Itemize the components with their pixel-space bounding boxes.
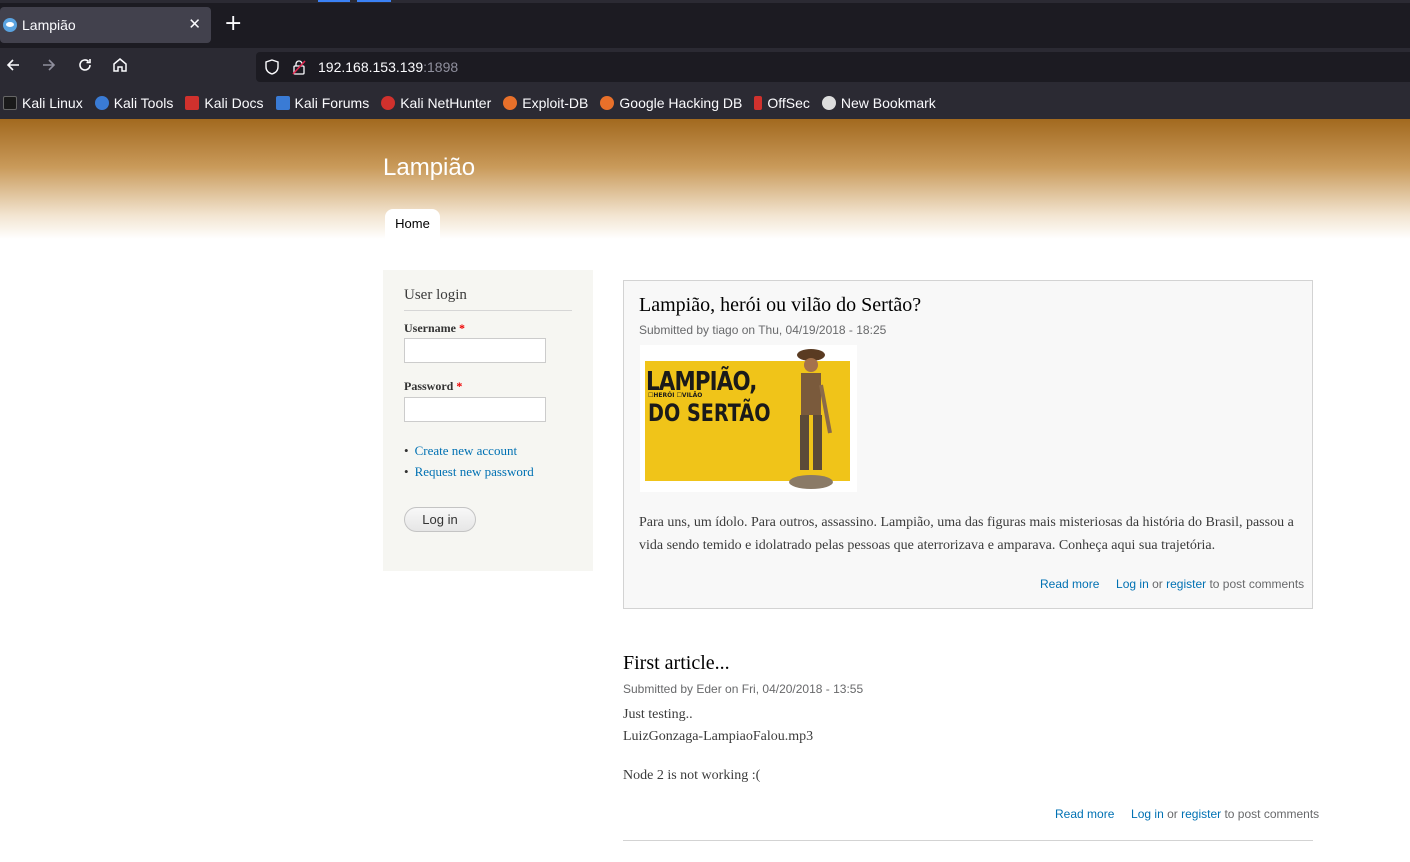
bookmark-label: Kali Forums [294, 94, 370, 111]
article-body-line-1: Just testing.. [623, 707, 693, 722]
article-body-line-2: LuizGonzaga-LampiaoFalou.mp3 [623, 729, 814, 744]
password-input[interactable] [404, 397, 546, 422]
tab-title: Lampião [22, 17, 76, 33]
article-links: Read more Log in or register to post com… [1040, 577, 1304, 591]
tracking-shield-icon[interactable] [264, 59, 280, 75]
url-host: 192.168.153.139 [318, 59, 424, 75]
url-bar[interactable]: 192.168.153.139:1898 [256, 52, 1410, 82]
offsec-icon [754, 95, 763, 110]
poster-checkbox-line: ☐HERÓI ☐VILÃO [648, 392, 703, 399]
username-input[interactable] [404, 338, 546, 363]
submitted-meta: Submitted by Eder on Fri, 04/20/2018 - 1… [623, 682, 864, 696]
ghdb-icon [600, 95, 615, 110]
bookmark-offsec[interactable]: OffSec [754, 95, 810, 111]
url-port: :1898 [423, 59, 459, 75]
drupal-favicon-icon [3, 18, 17, 32]
bookmark-label: New Bookmark [840, 94, 936, 111]
kali-nethunter-icon [381, 95, 396, 110]
password-label: Password * [404, 379, 462, 394]
home-icon[interactable] [109, 56, 131, 78]
read-more-link[interactable]: Read more [1055, 807, 1114, 821]
bookmark-kali-tools[interactable]: Kali Tools [94, 94, 174, 111]
bookmarks-toolbar: Kali Linux Kali Tools Kali Docs Kali For… [0, 86, 1410, 119]
register-link[interactable]: register [1166, 577, 1206, 591]
article-node-1: Lampião, herói ou vilão do Sertão? Submi… [623, 280, 1313, 609]
kali-tools-icon [94, 95, 109, 110]
bookmark-kali-linux[interactable]: Kali Linux [3, 95, 83, 111]
site-name-link[interactable]: Lampião [383, 154, 475, 182]
bookmark-exploit-db[interactable]: Exploit-DB [503, 95, 588, 111]
bookmark-label: Exploit-DB [522, 94, 589, 111]
new-tab-button[interactable]: + [224, 12, 242, 36]
nav-tab-home[interactable]: Home [385, 209, 440, 239]
article-title-link[interactable]: Lampião, herói ou vilão do Sertão? [639, 294, 921, 317]
read-more-link[interactable]: Read more [1040, 577, 1099, 591]
poster-title-line-2: DO SERTÃO [648, 399, 771, 427]
kali-dragon-icon [3, 95, 17, 110]
bookmark-kali-forums[interactable]: Kali Forums [275, 94, 370, 111]
node-divider [623, 840, 1313, 841]
article-body-line-2: vida sendo temido e idolatrado pelas pes… [639, 538, 1216, 553]
request-password-link[interactable]: Request new password [415, 464, 534, 479]
article-links: Read more Log in or register to post com… [1055, 807, 1319, 821]
browser-tab-bar: Lampião ✕ + [0, 0, 1410, 48]
login-block-title: User login [404, 287, 572, 311]
list-item: Request new password [404, 461, 534, 482]
exploit-db-icon [503, 95, 518, 110]
bookmark-label: Kali Tools [113, 94, 174, 111]
tab-bar-top-line [0, 0, 1410, 3]
top-indicator [357, 0, 391, 2]
article-title-link[interactable]: First article... [623, 652, 730, 675]
article-body-line-1: Para uns, um ídolo. Para outros, assassi… [639, 515, 1294, 530]
bookmark-label: OffSec [767, 94, 810, 111]
back-arrow-icon[interactable] [2, 56, 24, 78]
bookmark-label: Google Hacking DB [619, 94, 743, 111]
lampiao-figure-illustration [789, 349, 833, 489]
user-login-block: User login Username * Password * Create … [383, 270, 593, 571]
site-header: Lampião Home [0, 119, 1410, 239]
bookmark-label: Kali Linux [22, 94, 83, 111]
kali-docs-icon [185, 95, 200, 110]
browser-nav-bar: 192.168.153.139:1898 [0, 48, 1410, 86]
bookmark-google-hacking-db[interactable]: Google Hacking DB [600, 95, 742, 111]
reload-icon[interactable] [74, 56, 96, 78]
log-in-link[interactable]: Log in [1131, 807, 1164, 821]
register-link[interactable]: register [1181, 807, 1221, 821]
web-page: Lampião Home User login Username * Passw… [0, 119, 1410, 862]
bookmark-label: Kali Docs [204, 94, 264, 111]
or-text: or [1152, 577, 1163, 591]
article-body-line-3: Node 2 is not working :( [623, 768, 761, 783]
post-comments-text: to post comments [1209, 577, 1305, 591]
login-links: Create new account Request new password [404, 440, 534, 482]
forward-arrow-icon[interactable] [38, 56, 60, 78]
required-mark: * [458, 321, 465, 335]
article-image: LAMPIÃO, ☐HERÓI ☐VILÃO DO SERTÃO [640, 345, 857, 492]
insecure-lock-icon[interactable] [292, 59, 306, 75]
bookmark-kali-docs[interactable]: Kali Docs [185, 94, 264, 111]
bookmark-new-bookmark[interactable]: New Bookmark [821, 94, 936, 111]
tab-close-icon[interactable]: ✕ [188, 15, 201, 33]
bookmark-icon [821, 95, 836, 110]
url-text[interactable]: 192.168.153.139:1898 [318, 59, 458, 75]
log-in-button[interactable]: Log in [404, 507, 476, 532]
list-item: Create new account [404, 440, 534, 461]
bookmark-kali-nethunter[interactable]: Kali NetHunter [381, 95, 491, 111]
username-label: Username * [404, 321, 465, 336]
top-indicator [318, 0, 350, 2]
bookmark-label: Kali NetHunter [400, 94, 492, 111]
log-in-link[interactable]: Log in [1116, 577, 1149, 591]
or-text: or [1167, 807, 1178, 821]
browser-tab-active[interactable]: Lampião ✕ [0, 7, 211, 43]
kali-forums-icon [275, 95, 290, 110]
submitted-meta: Submitted by tiago on Thu, 04/19/2018 - … [639, 323, 887, 337]
post-comments-text: to post comments [1224, 807, 1320, 821]
create-account-link[interactable]: Create new account [415, 443, 518, 458]
username-label-text: Username [404, 321, 456, 335]
required-mark: * [456, 379, 463, 393]
password-label-text: Password [404, 379, 454, 393]
